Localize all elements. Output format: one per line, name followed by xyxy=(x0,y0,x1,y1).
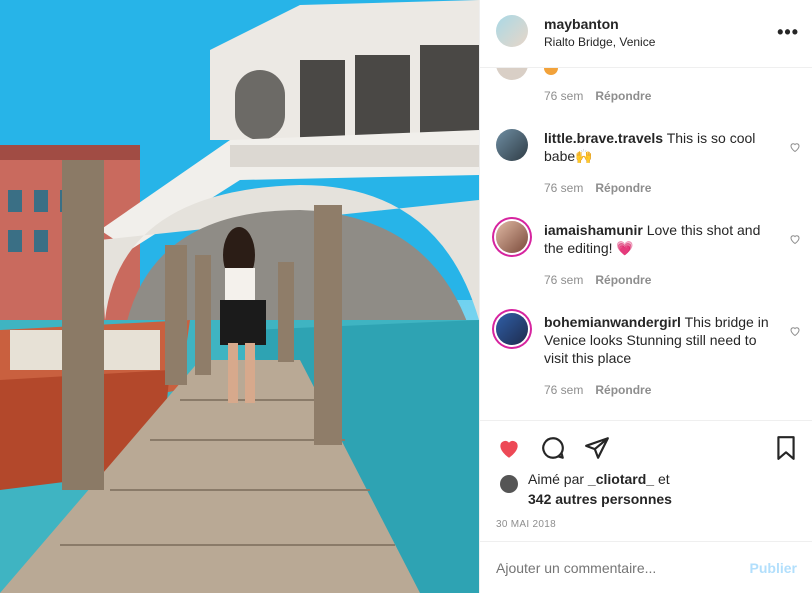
reply-button[interactable]: Répondre xyxy=(595,383,651,397)
author-avatar[interactable] xyxy=(496,15,528,47)
emoji-icon xyxy=(544,68,558,76)
comment-text: bohemianwandergirl This bridge in Venice… xyxy=(544,313,769,367)
post-photo[interactable] xyxy=(0,0,479,593)
comment-text: little.brave.travels This is so cool bab… xyxy=(544,129,769,165)
publish-button[interactable]: Publier xyxy=(750,560,797,576)
instagram-post: maybanton Rialto Bridge, Venice ••• 76 s… xyxy=(0,0,812,593)
comment-time[interactable]: 76 sem xyxy=(544,181,583,195)
reply-button[interactable]: Répondre xyxy=(595,181,651,195)
comment-time[interactable]: 76 sem xyxy=(544,273,583,287)
liker-avatar[interactable] xyxy=(500,475,518,493)
more-horizontal-icon[interactable]: ••• xyxy=(777,22,799,43)
liked-by-prefix: Aimé par xyxy=(528,471,585,487)
commenter-avatar[interactable] xyxy=(496,313,528,345)
post-header: maybanton Rialto Bridge, Venice ••• xyxy=(480,0,812,68)
commenter-username[interactable]: bohemianwandergirl xyxy=(544,314,681,330)
post-location[interactable]: Rialto Bridge, Venice xyxy=(544,35,655,49)
liked-by-others[interactable]: 342 autres personnes xyxy=(528,491,672,507)
commenter-avatar[interactable] xyxy=(496,68,528,80)
share-icon[interactable] xyxy=(584,435,610,461)
comment-text xyxy=(544,68,769,76)
commenter-username[interactable]: iamaishamunir xyxy=(544,222,643,238)
post-actions: Aimé par _cliotard_ et 342 autres person… xyxy=(480,420,812,541)
commenter-avatar[interactable] xyxy=(496,221,528,253)
commenter-avatar[interactable] xyxy=(496,129,528,161)
comment-meta: 76 sem Répondre xyxy=(544,89,651,103)
liked-by-suffix: et xyxy=(657,471,670,487)
commenter-username[interactable]: little.brave.travels xyxy=(544,130,663,146)
heart-filled-icon[interactable] xyxy=(496,435,522,461)
reply-button[interactable]: Répondre xyxy=(595,89,651,103)
venice-rialto-photo xyxy=(0,0,479,593)
comment-time[interactable]: 76 sem xyxy=(544,89,583,103)
comment-time[interactable]: 76 sem xyxy=(544,383,583,397)
comment-text: iamaishamunir Love this shot and the edi… xyxy=(544,221,769,257)
bookmark-icon[interactable] xyxy=(773,435,799,461)
comment-meta: 76 sem Répondre xyxy=(544,273,651,287)
post-date[interactable]: 30 MAI 2018 xyxy=(496,519,556,530)
author-username[interactable]: maybanton xyxy=(544,16,619,32)
heart-outline-icon[interactable] xyxy=(789,325,801,337)
comment-meta: 76 sem Répondre xyxy=(544,181,651,195)
reply-button[interactable]: Répondre xyxy=(595,273,651,287)
post-side-panel: maybanton Rialto Bridge, Venice ••• 76 s… xyxy=(479,0,812,593)
comments-list[interactable]: 76 sem Répondre little.brave.travels This… xyxy=(480,68,812,420)
liker-username[interactable]: _cliotard_ xyxy=(588,471,654,487)
comment-icon[interactable] xyxy=(540,435,566,461)
heart-outline-icon[interactable] xyxy=(789,233,801,245)
heart-outline-icon[interactable] xyxy=(789,141,801,153)
comment-input[interactable] xyxy=(496,560,726,576)
comment-meta: 76 sem Répondre xyxy=(544,383,651,397)
liked-by-line: Aimé par _cliotard_ et xyxy=(528,471,670,487)
add-comment-bar: Publier xyxy=(480,541,812,593)
